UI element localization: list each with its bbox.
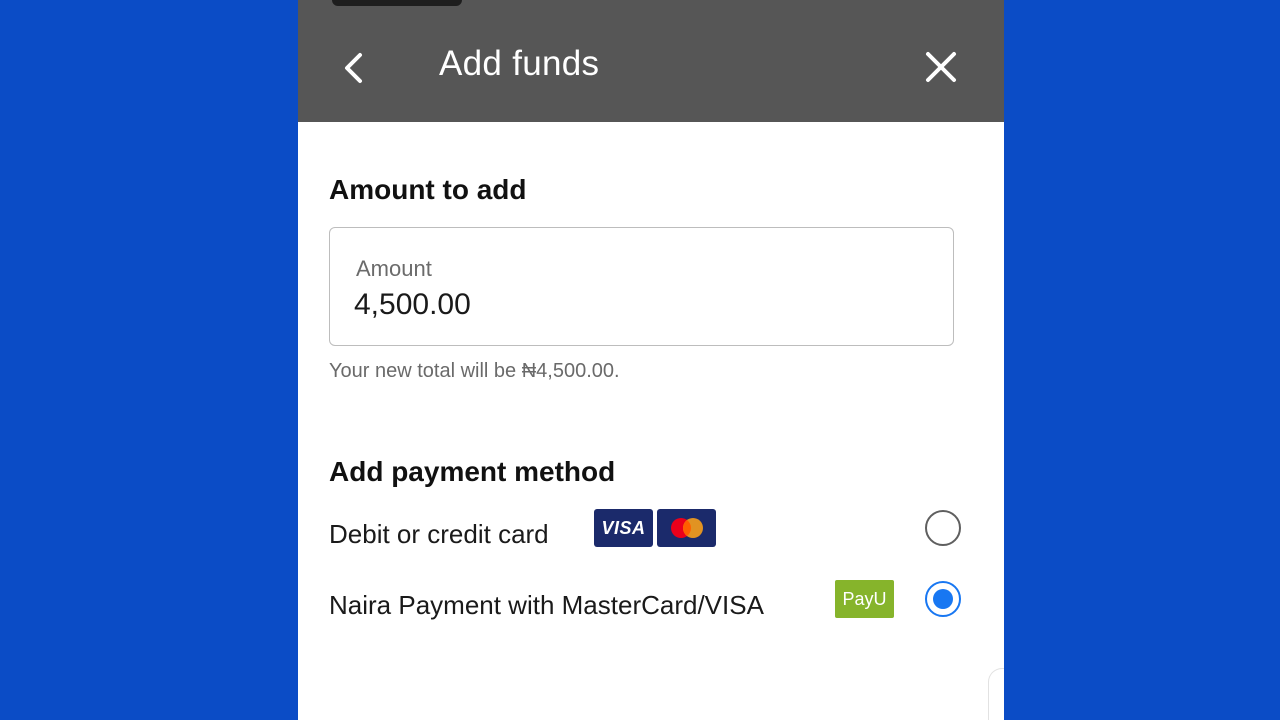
payment-option-naira[interactable]: Naira Payment with MasterCard/VISA PayU <box>298 580 1004 630</box>
amount-field-value[interactable]: 4,500.00 <box>354 288 471 322</box>
visa-logo-text: VISA <box>601 517 646 538</box>
payu-logo: PayU <box>835 580 894 618</box>
amount-field-label: Amount <box>356 256 432 281</box>
mastercard-icon <box>670 518 703 538</box>
amount-input[interactable]: Amount 4,500.00 <box>329 227 954 346</box>
payment-option-label: Debit or credit card <box>329 519 549 549</box>
sheet-edge <box>988 668 1004 720</box>
payment-option-label: Naira Payment with MasterCard/VISA <box>329 590 764 620</box>
payment-option-radio-selected[interactable] <box>925 581 961 617</box>
back-button[interactable] <box>334 48 374 88</box>
payment-method-heading: Add payment method <box>329 456 616 487</box>
camera-notch <box>332 0 462 6</box>
close-button[interactable] <box>920 46 962 88</box>
app-screen: Add funds Amount to add Amount 4,500.00 … <box>298 0 1004 720</box>
payu-logo-text: PayU <box>842 588 887 609</box>
visa-logo: VISA <box>594 509 653 547</box>
page-title: Add funds <box>439 44 600 83</box>
mastercard-logo <box>657 509 716 547</box>
payment-option-radio[interactable] <box>925 510 961 546</box>
app-header: Add funds <box>298 0 1004 122</box>
close-icon <box>926 52 956 82</box>
amount-heading: Amount to add <box>329 174 527 205</box>
new-total-hint: Your new total will be ₦4,500.00. <box>329 360 620 382</box>
payment-option-card[interactable]: Debit or credit card VISA <box>298 509 1004 559</box>
chevron-left-icon <box>345 53 362 83</box>
